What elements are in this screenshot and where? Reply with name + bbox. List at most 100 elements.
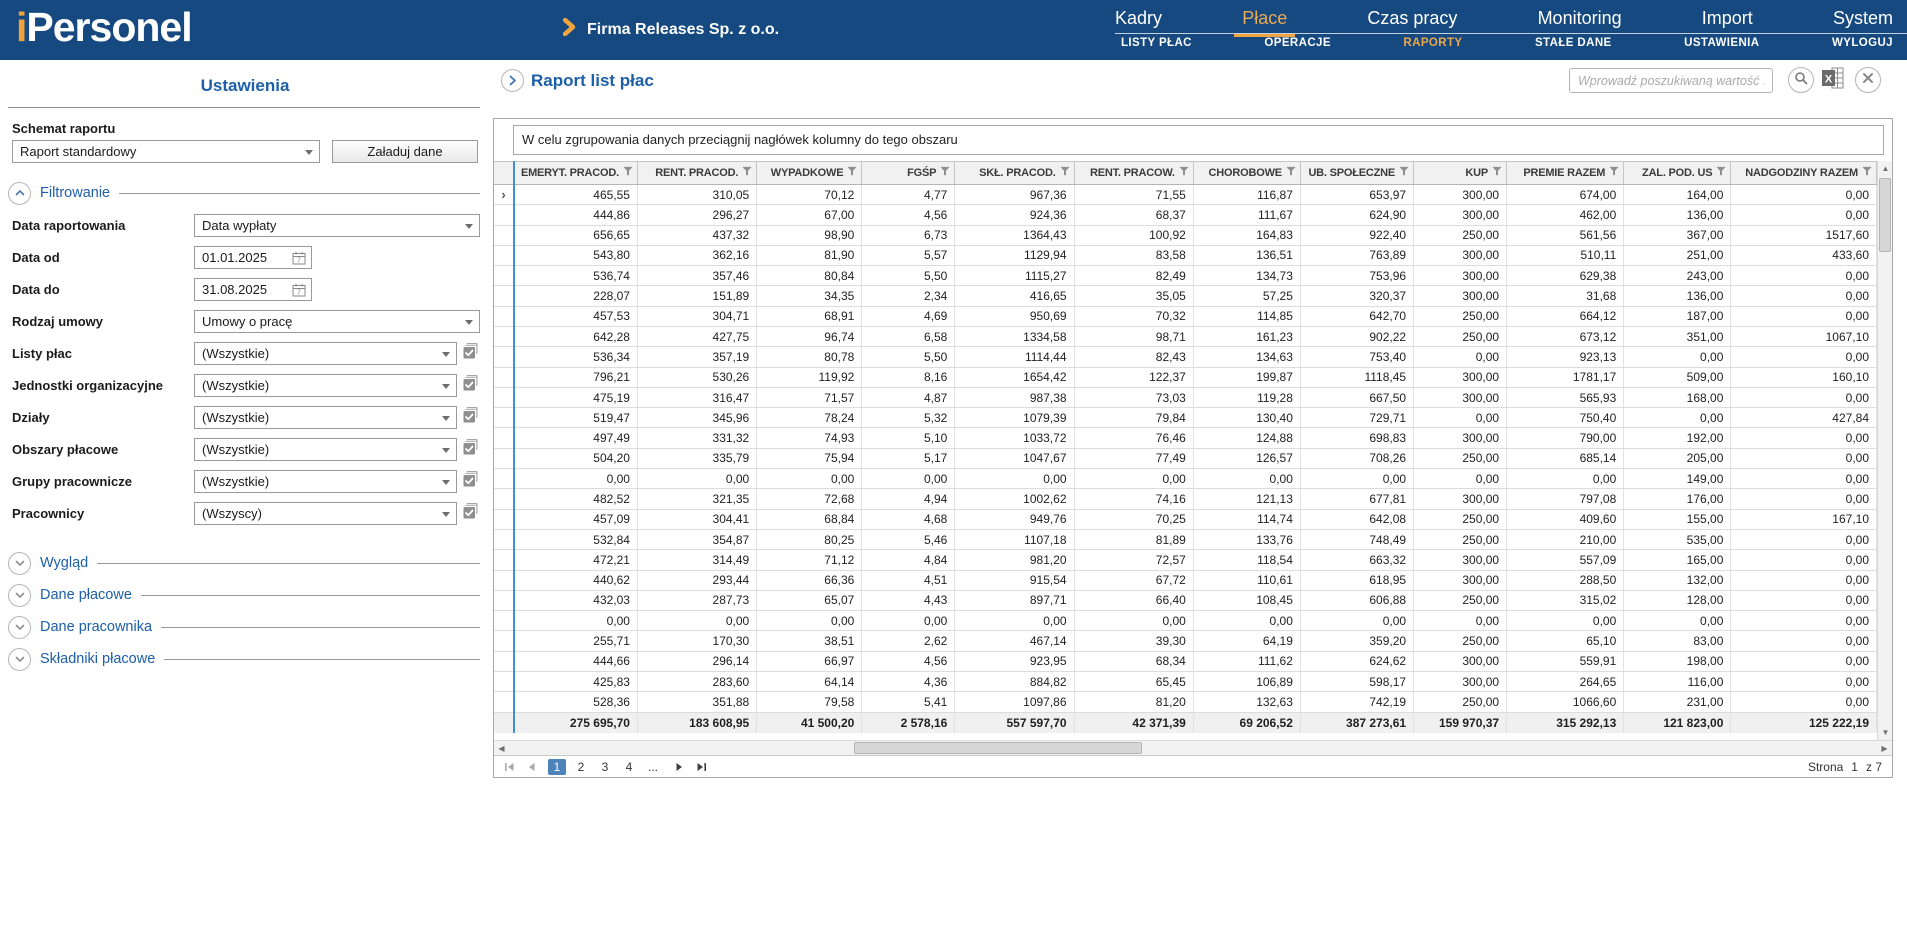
section-label-filtering[interactable]: Filtrowanie xyxy=(40,185,110,201)
multiselect-icon[interactable] xyxy=(462,438,480,461)
nav-item-kadry[interactable]: Kadry xyxy=(1115,8,1162,36)
nav-item-import[interactable]: Import xyxy=(1702,8,1753,36)
select-pracownicy[interactable]: (Wszyscy) xyxy=(194,502,457,525)
subnav-item-wyloguj[interactable]: WYLOGUJ xyxy=(1832,37,1893,49)
search-button[interactable] xyxy=(1788,67,1814,93)
filter-icon[interactable] xyxy=(940,166,950,179)
section-label-dane-pracownika[interactable]: Dane pracownika xyxy=(40,619,152,635)
select-data-raportowania[interactable]: Data wypłaty xyxy=(194,214,480,237)
next-page-icon[interactable] xyxy=(670,759,688,775)
nav-item-czas-pracy[interactable]: Czas pracy xyxy=(1367,8,1457,36)
filter-icon[interactable] xyxy=(1399,166,1409,179)
row-indicator[interactable] xyxy=(494,590,514,610)
select-dzialy[interactable]: (Wszystkie) xyxy=(194,406,457,429)
col-header-skl-pracod[interactable]: SKŁ. PRACOD. xyxy=(955,161,1074,184)
close-button[interactable] xyxy=(1855,67,1881,93)
row-indicator[interactable] xyxy=(494,306,514,326)
filter-icon[interactable] xyxy=(1492,166,1502,179)
scroll-left-icon[interactable]: ◀ xyxy=(494,741,509,756)
table-row[interactable]: 444,86296,2767,004,56924,3668,37111,6762… xyxy=(494,205,1877,225)
vertical-scrollbar[interactable]: ▲ ▼ xyxy=(1877,161,1892,740)
chevron-down-circle-icon[interactable] xyxy=(8,552,31,575)
scroll-down-icon[interactable]: ▼ xyxy=(1878,725,1893,740)
table-row[interactable]: 0,000,000,000,000,000,000,000,000,000,00… xyxy=(494,469,1877,489)
filter-icon[interactable] xyxy=(1286,166,1296,179)
chevron-down-circle-icon[interactable] xyxy=(8,584,31,607)
table-row[interactable]: ›465,55310,0570,124,77967,3671,55116,876… xyxy=(494,184,1877,204)
horizontal-scroll-thumb[interactable] xyxy=(854,742,1142,754)
row-indicator[interactable]: › xyxy=(494,184,514,204)
chevron-down-circle-icon[interactable] xyxy=(8,616,31,639)
col-header-emeryt-pracod[interactable]: EMERYT. PRACOD. xyxy=(514,161,637,184)
chevron-up-circle-icon[interactable] xyxy=(8,182,31,205)
row-indicator[interactable] xyxy=(494,651,514,671)
nav-item-system[interactable]: System xyxy=(1833,8,1893,36)
multiselect-icon[interactable] xyxy=(462,470,480,493)
table-row[interactable]: 497,49331,3274,935,101033,7276,46124,886… xyxy=(494,428,1877,448)
multiselect-icon[interactable] xyxy=(462,342,480,365)
page-button-4[interactable]: 4 xyxy=(620,759,638,775)
vertical-scroll-thumb[interactable] xyxy=(1879,178,1891,252)
section-label-dane-placowe[interactable]: Dane płacowe xyxy=(40,587,132,603)
col-header-rent-pracow[interactable]: RENT. PRACOW. xyxy=(1074,161,1193,184)
table-row[interactable]: 472,21314,4971,124,84981,2072,57118,5466… xyxy=(494,550,1877,570)
col-header-chorobowe[interactable]: CHOROBOWE xyxy=(1193,161,1300,184)
col-header-nadgodziny-razem[interactable]: NADGODZINY RAZEM xyxy=(1731,161,1877,184)
last-page-icon[interactable] xyxy=(692,759,710,775)
scroll-up-icon[interactable]: ▲ xyxy=(1878,161,1893,176)
page-button-2[interactable]: 2 xyxy=(572,759,590,775)
row-indicator[interactable] xyxy=(494,448,514,468)
row-indicator[interactable] xyxy=(494,347,514,367)
select-rodzaj-umowy[interactable]: Umowy o pracę xyxy=(194,310,480,333)
row-indicator[interactable] xyxy=(494,631,514,651)
row-indicator[interactable] xyxy=(494,529,514,549)
nav-item-monitoring[interactable]: Monitoring xyxy=(1538,8,1622,36)
subnav-item-stale-dane[interactable]: STAŁE DANE xyxy=(1535,37,1612,49)
table-row[interactable]: 656,65437,3298,906,731364,43100,92164,83… xyxy=(494,225,1877,245)
date-input-data-od[interactable]: 01.01.20257 xyxy=(194,246,312,269)
col-header-zal-pod-us[interactable]: ZAL. POD. US xyxy=(1624,161,1731,184)
table-row[interactable]: 228,07151,8934,352,34416,6535,0557,25320… xyxy=(494,286,1877,306)
filter-icon[interactable] xyxy=(1716,166,1726,179)
horizontal-scrollbar[interactable]: ◀ ▶ xyxy=(494,740,1892,755)
first-page-icon[interactable] xyxy=(500,759,518,775)
date-input-data-do[interactable]: 31.08.20257 xyxy=(194,278,312,301)
row-indicator[interactable] xyxy=(494,692,514,712)
filter-icon[interactable] xyxy=(623,166,633,179)
row-indicator[interactable] xyxy=(494,205,514,225)
prev-page-icon[interactable] xyxy=(522,759,540,775)
row-indicator[interactable] xyxy=(494,509,514,529)
search-input[interactable] xyxy=(1569,68,1773,93)
row-indicator[interactable] xyxy=(494,570,514,590)
filter-icon[interactable] xyxy=(1179,166,1189,179)
row-expand-icon[interactable]: › xyxy=(501,187,505,202)
table-row[interactable]: 536,74357,4680,845,501115,2782,49134,737… xyxy=(494,266,1877,286)
page-button-[interactable]: ... xyxy=(644,759,662,775)
schema-select[interactable]: Raport standardowy xyxy=(12,140,320,163)
multiselect-icon[interactable] xyxy=(462,406,480,429)
col-header-wypadkowe[interactable]: WYPADKOWE xyxy=(757,161,862,184)
col-header-rent-pracod[interactable]: RENT. PRACOD. xyxy=(637,161,756,184)
row-indicator[interactable] xyxy=(494,672,514,692)
page-button-3[interactable]: 3 xyxy=(596,759,614,775)
row-indicator[interactable] xyxy=(494,408,514,428)
nav-item-place[interactable]: Płace xyxy=(1242,8,1287,36)
row-indicator[interactable] xyxy=(494,428,514,448)
table-row[interactable]: 255,71170,3038,512,62467,1439,3064,19359… xyxy=(494,631,1877,651)
collapse-panel-button[interactable] xyxy=(501,69,524,92)
table-row[interactable]: 482,52321,3572,684,941002,6274,16121,136… xyxy=(494,489,1877,509)
scroll-right-icon[interactable]: ▶ xyxy=(1877,741,1892,756)
table-row[interactable]: 0,000,000,000,000,000,000,000,000,000,00… xyxy=(494,611,1877,631)
table-row[interactable]: 432,03287,7365,074,43897,7166,40108,4560… xyxy=(494,590,1877,610)
table-row[interactable]: 440,62293,4466,364,51915,5467,72110,6161… xyxy=(494,570,1877,590)
table-row[interactable]: 425,83283,6064,144,36884,8265,45106,8959… xyxy=(494,672,1877,692)
select-obszary-placowe[interactable]: (Wszystkie) xyxy=(194,438,457,461)
subnav-item-ustawienia[interactable]: USTAWIENIA xyxy=(1684,37,1759,49)
row-indicator[interactable] xyxy=(494,266,514,286)
table-row[interactable]: 457,53304,7168,914,69950,6970,32114,8564… xyxy=(494,306,1877,326)
group-by-bar[interactable]: W celu zgrupowania danych przeciągnij na… xyxy=(513,125,1884,155)
row-indicator[interactable] xyxy=(494,489,514,509)
col-header-ub-spoleczne[interactable]: UB. SPOŁECZNE xyxy=(1300,161,1413,184)
filter-icon[interactable] xyxy=(1862,166,1872,179)
multiselect-icon[interactable] xyxy=(462,374,480,397)
